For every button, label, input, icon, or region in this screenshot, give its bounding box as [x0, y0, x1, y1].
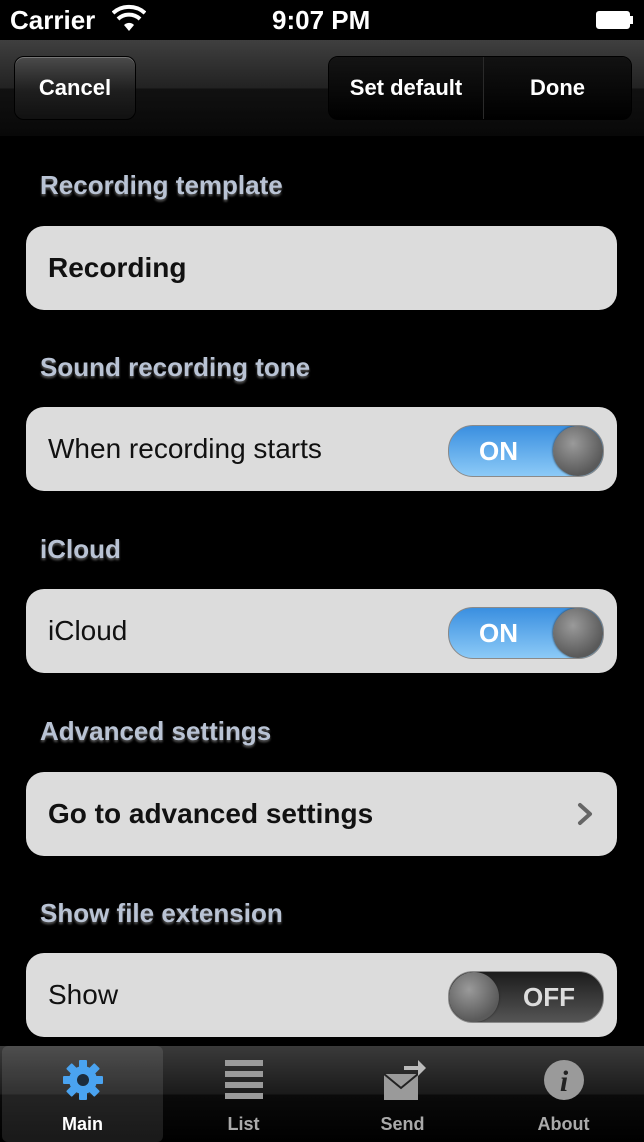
file-extension-toggle[interactable]: OFF [448, 971, 604, 1023]
wifi-icon [112, 4, 146, 31]
section-header-icloud: iCloud [40, 534, 121, 564]
tab-label: Send [380, 1114, 425, 1134]
gear-icon [62, 1060, 103, 1100]
list-icon [224, 1060, 263, 1099]
tab-bar: Main List Send i About [0, 1046, 644, 1142]
tab-about[interactable]: i About [483, 1046, 644, 1142]
recording-template-field[interactable]: Recording [26, 226, 617, 310]
sound-tone-toggle[interactable]: ON [448, 425, 604, 477]
send-icon [382, 1060, 426, 1100]
section-header-file-extension: Show file extension [40, 898, 283, 928]
tab-label: List [227, 1114, 260, 1134]
nav-right-buttons: Set default Done [328, 56, 632, 120]
set-default-button[interactable]: Set default [329, 57, 484, 119]
done-button[interactable]: Done [484, 57, 631, 119]
info-icon: i [543, 1060, 584, 1100]
battery-icon [596, 11, 633, 29]
icloud-label: iCloud [48, 615, 128, 646]
status-time: 9:07 PM [272, 5, 371, 35]
advanced-settings-label: Go to advanced settings [48, 798, 374, 829]
tab-send[interactable]: Send [322, 1046, 483, 1142]
tab-label: About [537, 1114, 590, 1134]
carrier-label: Carrier [10, 5, 96, 35]
tab-list[interactable]: List [163, 1046, 324, 1142]
tab-label: Main [61, 1114, 103, 1134]
toggle-state-label: ON [479, 618, 518, 648]
sound-tone-cell: When recording starts ON [26, 407, 617, 491]
tab-main[interactable]: Main [2, 1046, 163, 1142]
file-extension-cell: Show OFF [26, 953, 617, 1037]
advanced-settings-cell[interactable]: Go to advanced settings [26, 772, 617, 856]
icloud-toggle[interactable]: ON [448, 607, 604, 659]
status-bar: Carrier 9:07 PM [0, 0, 644, 40]
section-header-recording-template: Recording template [40, 170, 283, 200]
toggle-knob [449, 972, 499, 1022]
icloud-cell: iCloud ON [26, 589, 617, 673]
recording-template-value: Recording [48, 252, 187, 283]
toggle-state-label: OFF [523, 982, 575, 1012]
toggle-knob [553, 608, 603, 658]
cancel-button[interactable]: Cancel [14, 56, 136, 120]
file-extension-label: Show [48, 979, 119, 1010]
nav-bar: Cancel Set default Done [0, 40, 644, 137]
toggle-knob [553, 426, 603, 476]
sound-tone-label: When recording starts [48, 433, 322, 464]
toggle-state-label: ON [479, 436, 518, 466]
section-header-advanced: Advanced settings [40, 716, 272, 746]
svg-text:i: i [559, 1065, 568, 1098]
section-header-sound-tone: Sound recording tone [40, 352, 311, 382]
chevron-right-icon [578, 803, 592, 825]
